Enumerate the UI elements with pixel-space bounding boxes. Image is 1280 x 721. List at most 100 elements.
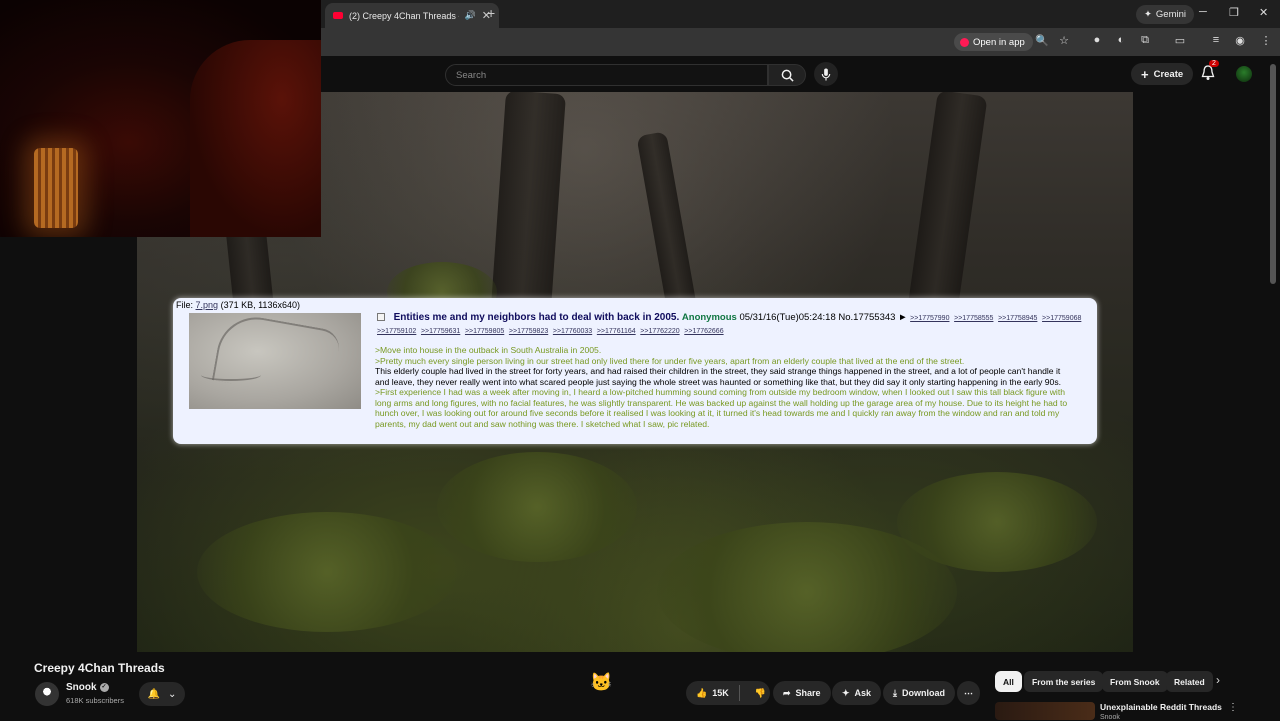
- recommendation-menu-icon[interactable]: ⋮: [1228, 702, 1238, 713]
- subscriber-count: 618K subscribers: [66, 696, 124, 705]
- recommendation-title[interactable]: Unexplainable Reddit Threads: [1100, 702, 1222, 712]
- hello-kitty-sticker-icon: 🐱: [590, 672, 613, 692]
- share-button[interactable]: ➦ Share: [773, 681, 831, 705]
- bell-icon: 🔔: [147, 688, 161, 700]
- browser-menu-icon[interactable]: ⋮: [1258, 34, 1274, 47]
- poster-name: Anonymous: [681, 312, 737, 323]
- reply-link[interactable]: >>17758555: [954, 315, 993, 322]
- channel-name[interactable]: Snook ✓: [66, 682, 109, 693]
- post-datetime: 05/31/16(Tue)05:24:18: [739, 312, 836, 323]
- more-horizontal-icon: ⋯: [964, 687, 973, 698]
- post-body: >Move into house in the outback in South…: [375, 345, 1075, 429]
- like-dislike-group: 👍 15K 👎: [686, 681, 770, 705]
- reply-link[interactable]: >>17759823: [509, 328, 548, 335]
- speaker-icon[interactable]: 🔊: [465, 10, 476, 21]
- channel-name-text: Snook: [66, 682, 97, 693]
- minimize-icon[interactable]: ─: [1199, 6, 1207, 18]
- browser-tab[interactable]: (2) Creepy 4Chan Threads - 🔊 ✕: [325, 3, 499, 28]
- dislike-button[interactable]: 👎: [745, 688, 776, 699]
- gemini-button[interactable]: ✦ Gemini: [1135, 5, 1194, 24]
- youtube-header: Search + Create 2: [321, 56, 1280, 284]
- chevron-down-icon: ⌄: [168, 688, 177, 700]
- ask-button[interactable]: ✦ Ask: [832, 681, 882, 705]
- post-menu-arrow[interactable]: ►: [898, 312, 907, 323]
- open-in-app-label: Open in app: [973, 36, 1025, 48]
- notifications-bell-icon[interactable]: [1201, 65, 1215, 81]
- extension-orange-icon[interactable]: ●: [1089, 34, 1105, 46]
- reply-link[interactable]: >>17759068: [1042, 315, 1081, 322]
- post-number[interactable]: No.17755343: [838, 312, 895, 323]
- like-button[interactable]: 👍 15K: [686, 685, 740, 701]
- microphone-icon: [821, 67, 831, 81]
- gemini-sparkle-icon: ✦: [1143, 9, 1152, 20]
- reply-link[interactable]: >>17762666: [684, 328, 723, 335]
- media-control-icon[interactable]: ≡: [1208, 34, 1224, 46]
- plus-icon: +: [1141, 66, 1149, 82]
- thumbs-down-icon: 👎: [754, 687, 766, 698]
- chip-related[interactable]: Related: [1166, 671, 1213, 692]
- greentext-line: >First experience I had was a week after…: [375, 387, 1068, 429]
- reply-link[interactable]: >>17757990: [910, 315, 949, 322]
- chevron-right-icon[interactable]: ›: [1216, 673, 1220, 687]
- search-button[interactable]: [768, 64, 806, 86]
- post-card: Entities me and my neighbors had to deal…: [173, 298, 1097, 444]
- download-label: Download: [901, 688, 945, 698]
- share-arrow-icon: ➦: [783, 687, 791, 698]
- video-title: Creepy 4Chan Threads: [34, 661, 165, 675]
- extensions-puzzle-icon[interactable]: ⧉: [1137, 34, 1153, 47]
- tab-title: (2) Creepy 4Chan Threads -: [349, 10, 459, 21]
- reply-link[interactable]: >>17761164: [597, 328, 636, 335]
- app-icon: [960, 37, 969, 47]
- streamer-silhouette: [190, 40, 321, 237]
- reply-link[interactable]: >>17758945: [998, 315, 1037, 322]
- chip-from-snook[interactable]: From Snook: [1102, 671, 1168, 692]
- cast-icon[interactable]: ▭: [1172, 34, 1188, 47]
- recommendation-thumbnail[interactable]: [995, 702, 1095, 720]
- voice-search-button[interactable]: [814, 62, 838, 86]
- ask-label: Ask: [854, 688, 872, 698]
- like-count: 15K: [712, 688, 729, 698]
- reply-link[interactable]: >>17760033: [553, 328, 592, 335]
- account-avatar[interactable]: [1236, 66, 1252, 82]
- search-icon: [781, 69, 794, 82]
- greentext-line: >Pretty much every single person living …: [375, 355, 965, 366]
- file-info: File: 7.png (371 KB, 1136x640): [176, 300, 300, 310]
- open-in-app-button[interactable]: Open in app: [954, 33, 1033, 51]
- reply-link[interactable]: >>17759102: [377, 328, 416, 335]
- channel-avatar[interactable]: [35, 682, 59, 706]
- extension-circle-icon[interactable]: ◐: [1113, 34, 1129, 46]
- chip-from-the-series[interactable]: From the series: [1024, 671, 1104, 692]
- reply-link[interactable]: >>17759631: [421, 328, 460, 335]
- page-scrollbar[interactable]: [1270, 64, 1276, 284]
- download-button[interactable]: ⤓ Download: [883, 681, 955, 705]
- profile-avatar-icon[interactable]: ◉: [1232, 34, 1248, 47]
- close-window-icon[interactable]: ✕: [1259, 6, 1268, 19]
- thumbs-up-icon: 👍: [696, 687, 708, 698]
- browser-toolbar: Open in app 🔍 ☆ ● ◐ ⧉ ▭ ≡ ◉ ⋮: [321, 28, 1280, 56]
- post-subject: Entities me and my neighbors had to deal…: [393, 312, 680, 323]
- zoom-icon[interactable]: 🔍: [1034, 34, 1050, 47]
- download-icon: ⤓: [893, 687, 897, 698]
- create-button[interactable]: + Create: [1131, 63, 1194, 85]
- bookmark-star-icon[interactable]: ☆: [1056, 34, 1072, 47]
- share-label: Share: [795, 688, 821, 698]
- notification-badge: 2: [1209, 60, 1219, 67]
- post-checkbox[interactable]: [377, 313, 385, 322]
- more-actions-button[interactable]: ⋯: [957, 681, 980, 705]
- reply-link[interactable]: >>17762220: [640, 328, 679, 335]
- gemini-label: Gemini: [1155, 9, 1186, 20]
- chip-all[interactable]: All: [995, 671, 1022, 692]
- greentext-line: >Move into house in the outback in South…: [375, 345, 602, 355]
- file-link[interactable]: 7.png: [196, 300, 219, 310]
- reply-link[interactable]: >>17759805: [465, 328, 504, 335]
- restore-icon[interactable]: ❐: [1229, 6, 1239, 19]
- search-input[interactable]: Search: [445, 64, 768, 86]
- sketch-arm: [201, 369, 261, 381]
- new-tab-button[interactable]: +: [487, 5, 495, 21]
- browser-tabstrip: (2) Creepy 4Chan Threads - 🔊 ✕ + ✦ Gemin…: [321, 0, 1280, 28]
- post-header: Entities me and my neighbors had to deal…: [377, 312, 1089, 338]
- video-info-bar: Creepy 4Chan Threads Snook ✓ 618K subscri…: [0, 652, 1280, 721]
- lamp-image: [34, 148, 78, 228]
- verified-check-icon: ✓: [99, 682, 109, 692]
- subscription-notifications-button[interactable]: 🔔 ⌄: [139, 682, 185, 706]
